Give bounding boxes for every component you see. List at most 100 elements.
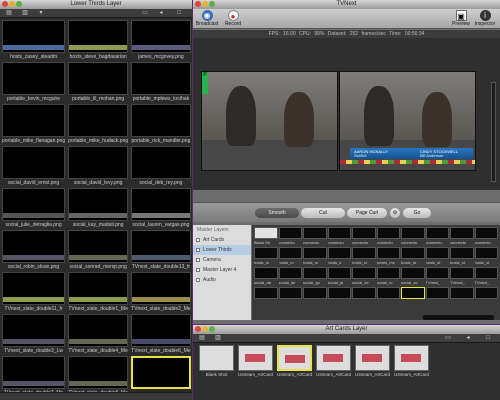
source-thumbnail[interactable]: [474, 227, 498, 239]
lower-third-item[interactable]: social_david_ernst.png: [2, 146, 66, 188]
source-thumbnail[interactable]: [352, 227, 376, 239]
zoom-button[interactable]: [209, 326, 215, 332]
broadcast-button[interactable]: ◉ Broadcast: [195, 10, 219, 27]
source-item[interactable]: Lower Thirds: [193, 245, 251, 255]
cut-button[interactable]: Cut: [301, 208, 345, 218]
chevron-down-icon[interactable]: ▾: [36, 10, 46, 17]
lower-third-thumbnail[interactable]: [131, 188, 191, 221]
source-thumb-item[interactable]: connectu: [450, 227, 474, 246]
lower-third-thumbnail[interactable]: [68, 146, 129, 179]
art-card-thumbnail[interactable]: [199, 345, 234, 371]
lower-third-thumbnail[interactable]: [131, 356, 191, 389]
source-thumbnail[interactable]: [278, 227, 302, 239]
source-thumbnail[interactable]: [376, 267, 400, 279]
source-thumbnail[interactable]: [352, 247, 376, 259]
lower-third-thumbnail[interactable]: [68, 104, 129, 137]
source-thumb-item[interactable]: Blank Sh: [254, 227, 278, 246]
source-thumb-item[interactable]: connectu: [474, 227, 498, 246]
checkbox-icon[interactable]: [196, 268, 200, 272]
source-thumb-item[interactable]: [278, 287, 302, 306]
inspector-button[interactable]: i Inspector: [473, 10, 497, 27]
art-cards-titlebar[interactable]: Art Cards Layer: [193, 325, 500, 334]
horizontal-scrollbar[interactable]: [423, 315, 494, 320]
minimize-button[interactable]: [9, 1, 15, 7]
lower-third-item[interactable]: portable_mplews_krcihak: [131, 62, 191, 104]
lower-third-thumbnail[interactable]: [2, 230, 66, 263]
source-thumb-item[interactable]: hosts_st: [474, 247, 498, 266]
lower-third-thumbnail[interactable]: [68, 314, 129, 347]
source-thumbnail[interactable]: [254, 287, 278, 299]
lower-thirds-titlebar[interactable]: Lower Thirds Layer: [0, 0, 192, 9]
source-thumb-item[interactable]: hosts_m: [254, 247, 278, 266]
preview-button[interactable]: ▣ Preview: [449, 10, 473, 27]
lower-third-thumbnail[interactable]: [2, 146, 66, 179]
lower-third-item[interactable]: james_mcgovey.png: [131, 20, 191, 62]
source-thumb-item[interactable]: social_da: [254, 267, 278, 286]
source-thumbnail[interactable]: [450, 227, 474, 239]
art-card-thumbnail[interactable]: [277, 345, 312, 371]
lower-third-thumbnail[interactable]: [68, 272, 129, 305]
source-thumb-item[interactable]: [474, 287, 498, 306]
source-thumb-item[interactable]: hosts_st: [450, 247, 474, 266]
art-card-thumbnail[interactable]: [394, 345, 429, 371]
source-thumbnail[interactable]: [278, 287, 302, 299]
checkbox-icon[interactable]: [196, 278, 200, 282]
lower-third-thumbnail[interactable]: [68, 188, 129, 221]
window-icon[interactable]: □: [483, 335, 493, 342]
source-thumb-item[interactable]: social_sc: [401, 267, 425, 286]
lower-third-thumbnail[interactable]: [2, 104, 66, 137]
source-thumbnail[interactable]: [474, 247, 498, 259]
source-thumb-item[interactable]: social_gu: [303, 267, 327, 286]
source-thumbnail[interactable]: [327, 247, 351, 259]
lower-third-item[interactable]: TVnext_slate_double6_Me: [131, 314, 191, 356]
source-thumb-item[interactable]: social_ja: [327, 267, 351, 286]
lower-third-item[interactable]: hosts_steve_bagdasarian: [68, 20, 129, 62]
lower-third-item[interactable]: TVnext_slate_double13_fr: [131, 230, 191, 272]
art-card-thumbnail[interactable]: [355, 345, 390, 371]
source-thumb-item[interactable]: TVnext_: [474, 267, 498, 286]
source-thumbnail[interactable]: [254, 267, 278, 279]
source-thumb-item[interactable]: [327, 287, 351, 306]
art-card-item[interactable]: Blank Shot: [199, 345, 234, 378]
stack-icon[interactable]: ▥: [213, 335, 223, 342]
screen-icon[interactable]: ▭: [140, 10, 150, 17]
checkbox-icon[interactable]: [196, 258, 200, 262]
source-thumb-item[interactable]: hosts_m: [278, 247, 302, 266]
lower-third-thumbnail[interactable]: [68, 20, 129, 53]
lower-third-thumbnail[interactable]: [2, 188, 66, 221]
go-button[interactable]: Go: [403, 208, 431, 218]
tvnext-titlebar[interactable]: TVNext: [193, 0, 500, 9]
source-thumb-item[interactable]: connectu: [401, 227, 425, 246]
lower-third-thumbnail[interactable]: [2, 314, 66, 347]
window-icon[interactable]: □: [174, 10, 184, 17]
minimize-button[interactable]: [202, 1, 208, 7]
lower-third-item[interactable]: social_robin_sloan.png: [2, 230, 66, 272]
source-thumbnail[interactable]: [303, 227, 327, 239]
lower-third-thumbnail[interactable]: [68, 356, 129, 389]
speaker-icon[interactable]: ◂: [463, 335, 473, 342]
source-thumb-item[interactable]: connectu: [303, 227, 327, 246]
checkbox-icon[interactable]: [196, 248, 200, 252]
source-thumb-item[interactable]: [376, 287, 400, 306]
source-thumb-item[interactable]: connectu: [425, 227, 449, 246]
art-card-item[interactable]: Ustream_ArtCard: [277, 345, 312, 378]
source-thumbnail[interactable]: [376, 247, 400, 259]
lower-third-thumbnail[interactable]: [2, 356, 66, 389]
source-thumb-item[interactable]: connectu: [352, 227, 376, 246]
lower-third-item[interactable]: portable_rick_mandler.png: [131, 104, 191, 146]
source-item[interactable]: Audio: [193, 275, 251, 285]
lower-third-thumbnail[interactable]: [131, 104, 191, 137]
gear-icon[interactable]: ⚙: [390, 208, 400, 218]
source-thumb-item[interactable]: hosts_ra: [401, 247, 425, 266]
lower-third-item[interactable]: social_kay_madati.png: [68, 188, 129, 230]
source-thumbnail[interactable]: [303, 247, 327, 259]
preview-monitor[interactable]: P: [201, 71, 338, 171]
art-card-item[interactable]: Ustream_ArtCard: [394, 345, 429, 378]
lower-third-item[interactable]: social_deb_rey.png: [131, 146, 191, 188]
lower-third-item[interactable]: portable_mike_hudack.png: [68, 104, 129, 146]
art-card-item[interactable]: Ustream_ArtCard: [316, 345, 351, 378]
source-item[interactable]: Master Layer 4: [193, 265, 251, 275]
source-thumb-item[interactable]: hosts_st: [425, 247, 449, 266]
source-thumbnail[interactable]: [352, 287, 376, 299]
record-button[interactable]: ● Record: [221, 10, 245, 27]
